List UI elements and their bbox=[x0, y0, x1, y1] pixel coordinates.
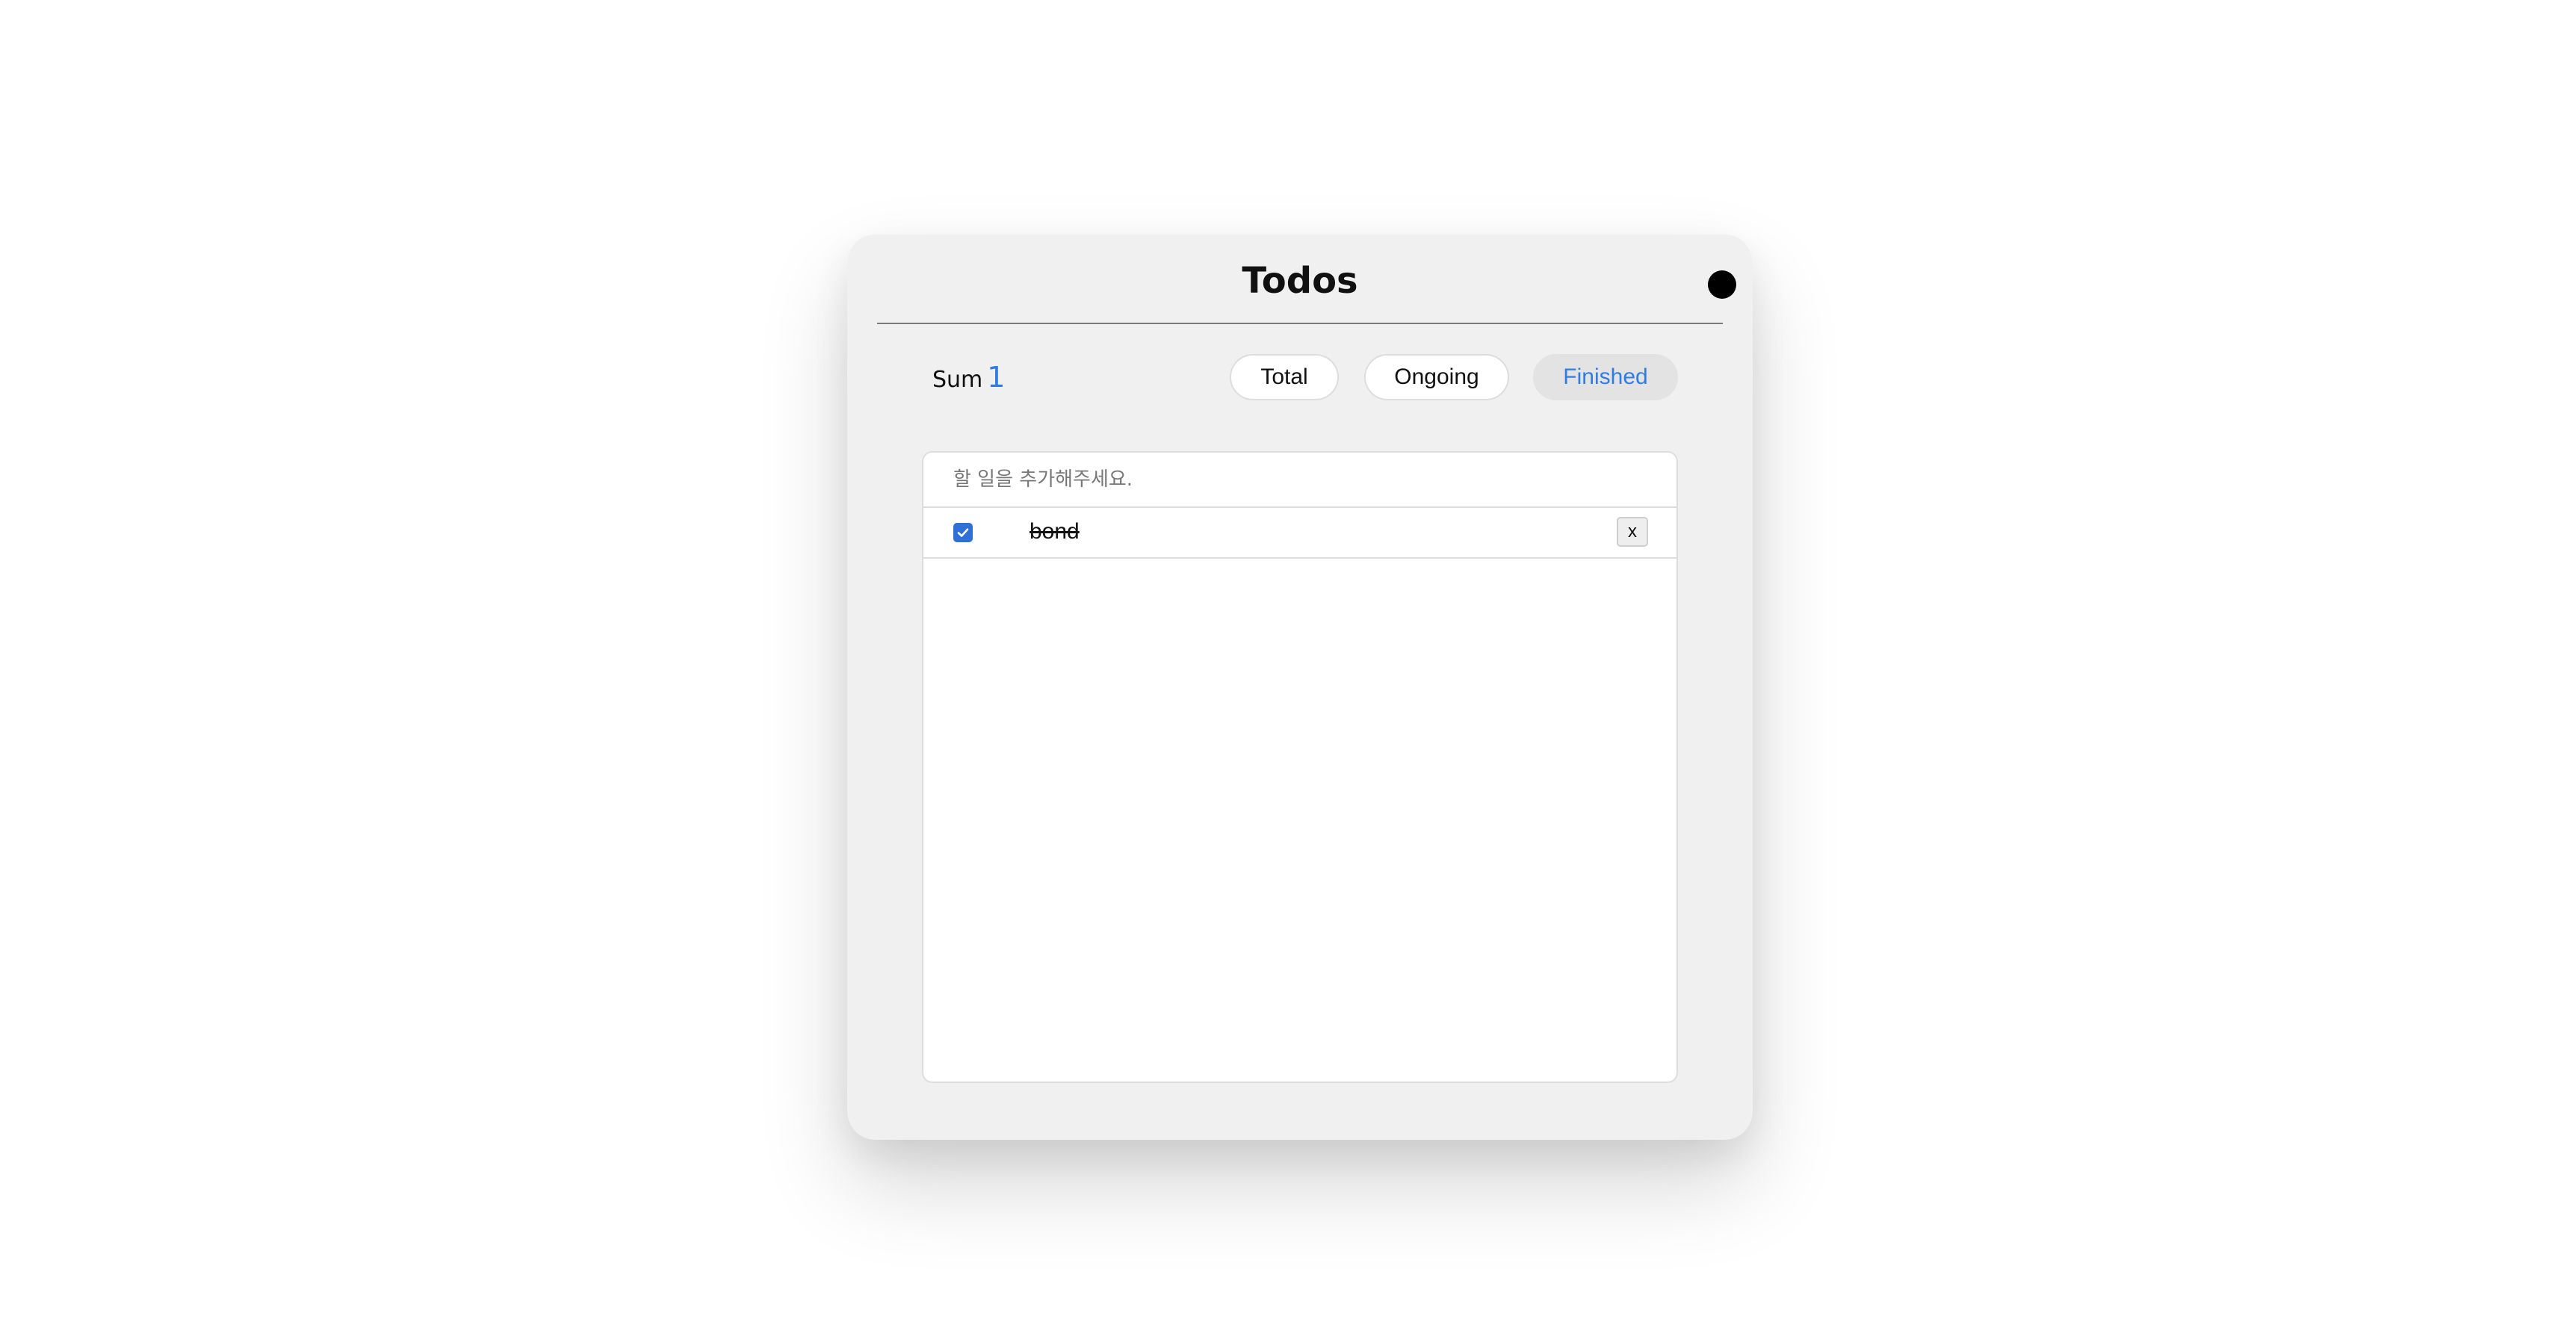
card-header: Todos bbox=[877, 235, 1736, 324]
todo-item: bond x bbox=[923, 508, 1676, 559]
todo-complete-checkbox[interactable] bbox=[953, 523, 973, 542]
filter-ongoing-button[interactable]: Ongoing bbox=[1364, 354, 1509, 400]
filter-total-button[interactable]: Total bbox=[1230, 354, 1339, 400]
add-todo-input[interactable] bbox=[923, 453, 1676, 508]
app-title: Todos bbox=[1242, 260, 1358, 302]
theme-toggle-dot-icon[interactable] bbox=[1708, 270, 1736, 299]
todo-summary: Sum 1 bbox=[932, 359, 1005, 399]
sum-label: Sum bbox=[932, 367, 983, 393]
sum-count: 1 bbox=[987, 361, 1006, 394]
page: Todos Sum1 Total Ongoing Finished bond x bbox=[0, 0, 2576, 1334]
todo-text: bond bbox=[1030, 519, 1080, 544]
todo-list-panel: bond x bbox=[922, 451, 1678, 1083]
todo-card: Todos Sum1 Total Ongoing Finished bond x bbox=[847, 235, 1753, 1140]
delete-todo-button[interactable]: x bbox=[1617, 517, 1648, 547]
checkmark-icon bbox=[957, 528, 969, 537]
filter-finished-button[interactable]: Finished bbox=[1533, 354, 1678, 400]
